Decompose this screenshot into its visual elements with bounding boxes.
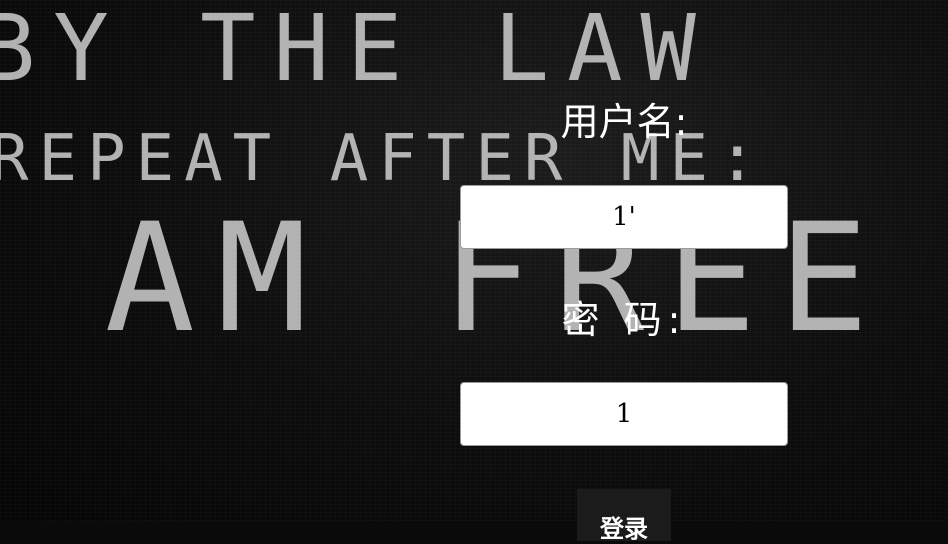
password-input[interactable] bbox=[460, 382, 788, 446]
login-form: 用户名: 密 码: 登录 bbox=[0, 0, 948, 543]
username-label: 用户名: bbox=[560, 100, 688, 144]
username-input[interactable] bbox=[460, 185, 788, 249]
password-label: 密 码: bbox=[561, 298, 687, 342]
login-button[interactable]: 登录 bbox=[577, 489, 671, 543]
